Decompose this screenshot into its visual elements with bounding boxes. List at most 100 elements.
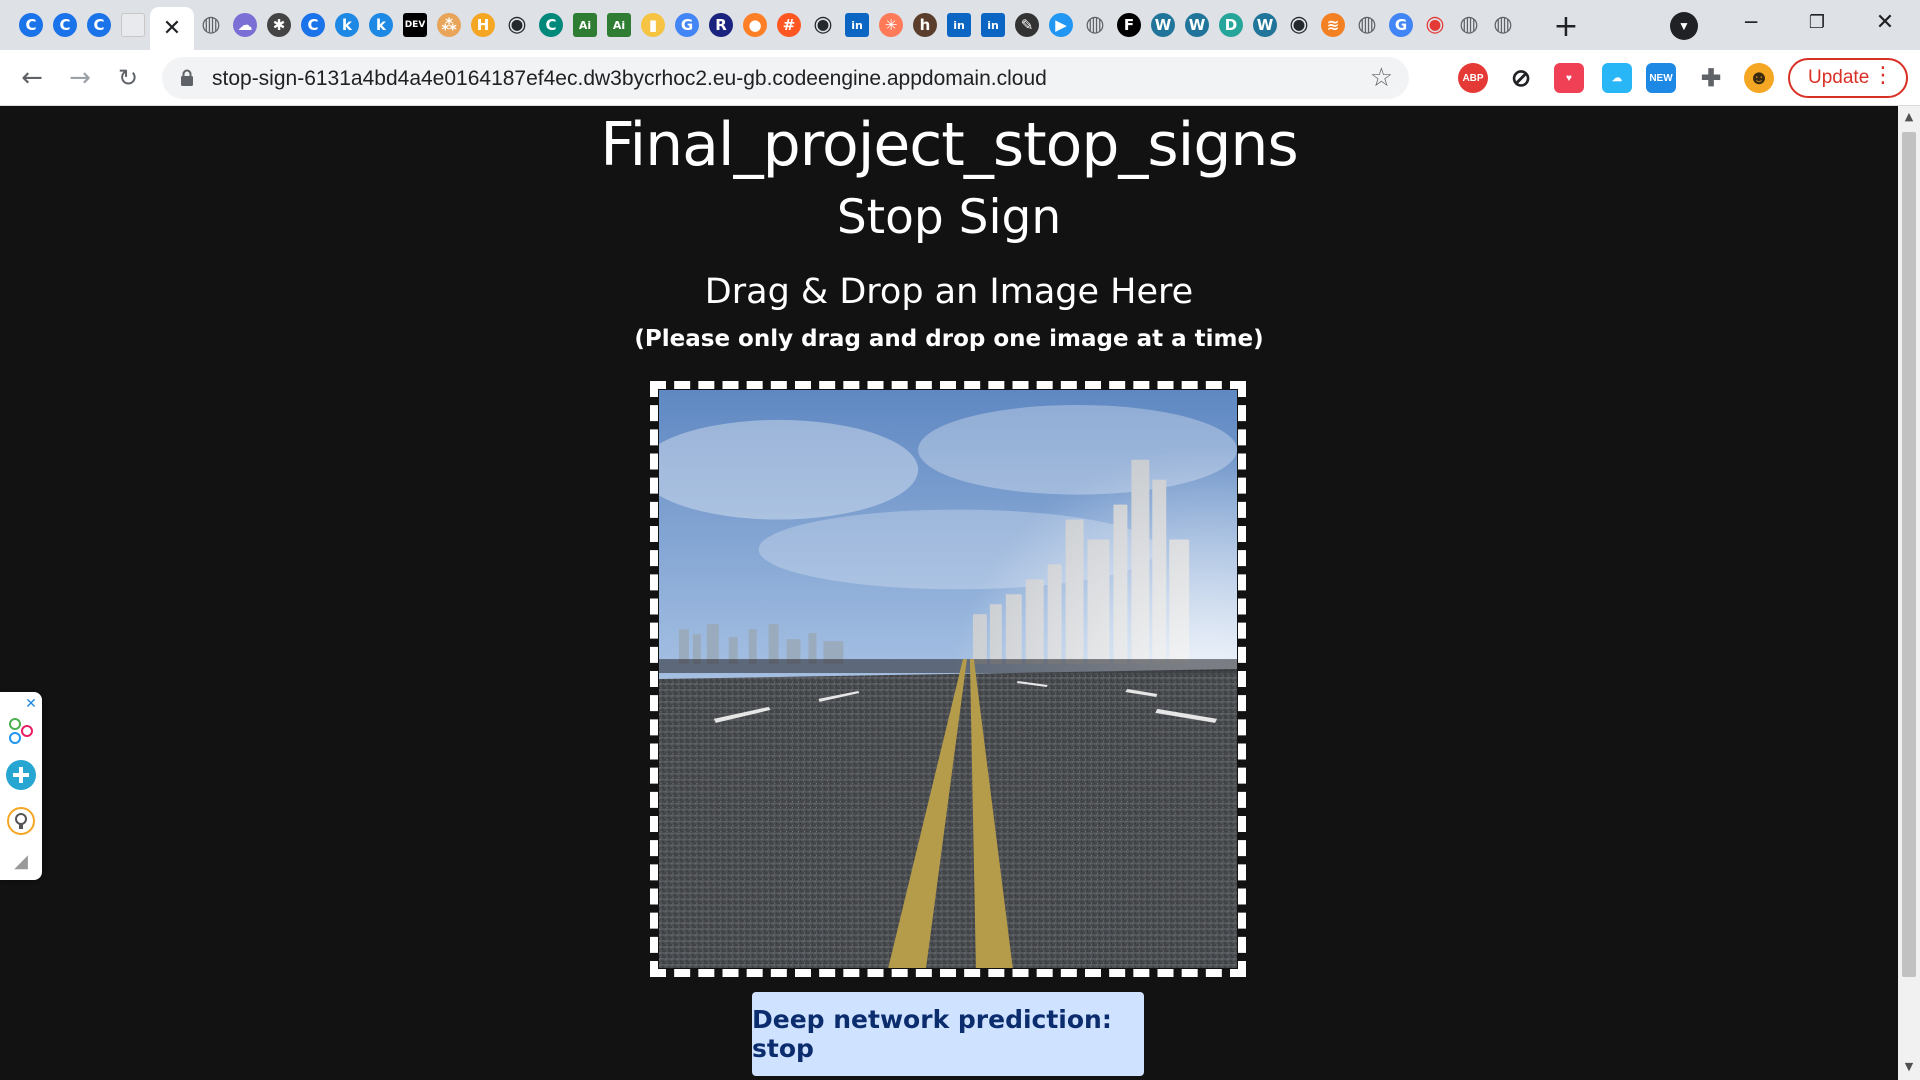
kebab-menu-icon[interactable]: ⋮ [1872, 65, 1894, 87]
address-bar[interactable]: stop-sign-6131a4bd4a4e0164187ef4ec.dw3by… [162, 57, 1409, 99]
github-icon: ◉ [813, 12, 833, 37]
tab-strip: C C C ✕ ◍ ☁ ✱ Ck k DEV ⁂ H ◉ C Ai Ai ▮ G R ● # ◉ in ✳ h in in ✎ ▶ ◍ F W… [0, 0, 1920, 50]
bookmark-star-icon[interactable]: ☆ [1370, 63, 1393, 93]
update-button[interactable]: Update ⋮ [1788, 58, 1908, 98]
tab[interactable]: ▮ [636, 7, 670, 43]
scroll-up-arrow-icon[interactable]: ▲ [1902, 110, 1916, 124]
tab[interactable]: C [534, 7, 568, 43]
add-circle-icon[interactable] [4, 758, 38, 792]
image-drop-zone[interactable] [650, 381, 1246, 977]
new-badge-icon[interactable]: NEW [1646, 63, 1676, 93]
adblock-icon[interactable]: ABP [1458, 63, 1488, 93]
hubspot-icon: ✳ [879, 13, 903, 37]
h-icon: h [913, 13, 937, 37]
scroll-thumb[interactable] [1902, 132, 1916, 977]
tab[interactable]: Ai [602, 7, 636, 43]
share-nodes-icon[interactable] [4, 714, 38, 748]
wordpress-icon: W [1185, 13, 1209, 37]
tab[interactable]: ◍ [1350, 7, 1384, 43]
back-button[interactable]: ← [14, 60, 50, 96]
tab[interactable]: ⁂ [432, 7, 466, 43]
tab[interactable]: G [670, 7, 704, 43]
tab[interactable]: in [976, 7, 1010, 43]
tab[interactable]: ● [738, 7, 772, 43]
tab[interactable]: ≋ [1316, 7, 1350, 43]
linkedin-icon: in [981, 13, 1005, 37]
orange-dot-icon: ● [743, 13, 767, 37]
tab-active[interactable]: ✕ [150, 7, 194, 50]
tab[interactable]: C [296, 7, 330, 43]
cloud-sync-icon[interactable]: ☁ [1602, 63, 1632, 93]
google-c-icon: C [19, 13, 43, 37]
tab[interactable]: ▶ [1044, 7, 1078, 43]
resize-handle-icon[interactable]: ◢ [4, 844, 38, 878]
pocket-icon[interactable]: ♥ [1554, 63, 1584, 93]
tab[interactable]: H [466, 7, 500, 43]
f-icon: F [1117, 13, 1141, 37]
wasp-icon: ✱ [267, 13, 291, 37]
tab[interactable]: Ai [568, 7, 602, 43]
tab[interactable]: ◍ [1078, 7, 1112, 43]
tab[interactable]: ◍ [1452, 7, 1486, 43]
tab[interactable]: G [1384, 7, 1418, 43]
wordpress-icon: W [1151, 13, 1175, 37]
tab[interactable]: DEV [398, 7, 432, 43]
google-c-icon: C [301, 13, 325, 37]
url-text[interactable]: stop-sign-6131a4bd4a4e0164187ef4ec.dw3by… [212, 67, 1047, 91]
forward-button[interactable]: → [62, 60, 98, 96]
browser-toolbar: ← → ↻ stop-sign-6131a4bd4a4e0164187ef4ec… [0, 50, 1920, 106]
restore-button[interactable]: ❐ [1784, 0, 1850, 44]
tab[interactable]: k [364, 7, 398, 43]
tab[interactable]: ◉ [806, 7, 840, 43]
tab[interactable]: k [330, 7, 364, 43]
widget-close-icon[interactable]: ✕ [20, 692, 42, 714]
close-window-button[interactable]: ✕ [1852, 0, 1918, 44]
globe-icon: ◍ [1459, 12, 1479, 37]
stack-icon: ≋ [1321, 13, 1345, 37]
uploaded-road-image [659, 390, 1237, 968]
tab[interactable]: ◉ [500, 7, 534, 43]
pen-icon: ✎ [1015, 13, 1039, 37]
globe-icon: ◍ [1357, 12, 1377, 37]
close-icon[interactable]: ✕ [163, 16, 181, 41]
k-icon: k [335, 13, 359, 37]
puzzle-icon[interactable]: ✚ [1696, 63, 1726, 93]
tab[interactable]: # [772, 7, 806, 43]
reload-button[interactable]: ↻ [110, 60, 146, 96]
tab[interactable] [116, 7, 150, 43]
tab[interactable]: h [908, 7, 942, 43]
tab[interactable]: C [14, 7, 48, 43]
tab[interactable]: F [1112, 7, 1146, 43]
tab-search-button[interactable]: ▼ [1670, 12, 1698, 40]
page-scrollbar[interactable]: ▲ ▼ [1898, 106, 1920, 1080]
no-script-icon[interactable]: ⊘ [1506, 63, 1536, 93]
tab[interactable]: ✳ [874, 7, 908, 43]
update-label: Update [1808, 67, 1870, 88]
google-icon: G [675, 13, 699, 37]
lightbulb-icon[interactable] [4, 804, 38, 838]
tab[interactable]: ◉ [1282, 7, 1316, 43]
tab[interactable]: in [840, 7, 874, 43]
chat-icon: ◉ [1425, 12, 1445, 37]
tab[interactable]: ◉ [1418, 7, 1452, 43]
new-tab-button[interactable]: + [1548, 8, 1584, 44]
profile-avatar-icon[interactable]: ☻ [1744, 63, 1774, 93]
ai-icon: Ai [573, 13, 597, 37]
tab[interactable]: ✎ [1010, 7, 1044, 43]
tab[interactable]: ◍ [194, 7, 228, 43]
tab[interactable]: in [942, 7, 976, 43]
tab[interactable]: W [1180, 7, 1214, 43]
tab[interactable]: C [48, 7, 82, 43]
github-icon: ◉ [507, 12, 527, 37]
tab[interactable]: D [1214, 7, 1248, 43]
tab[interactable]: ◍ [1486, 7, 1520, 43]
minimize-button[interactable]: ─ [1718, 0, 1784, 44]
tab[interactable]: ☁ [228, 7, 262, 43]
scroll-down-arrow-icon[interactable]: ▼ [1902, 1060, 1916, 1074]
tab[interactable]: C [82, 7, 116, 43]
tab[interactable]: W [1146, 7, 1180, 43]
tab[interactable]: ✱ [262, 7, 296, 43]
tab[interactable]: R [704, 7, 738, 43]
tab[interactable]: W [1248, 7, 1282, 43]
linkedin-icon: in [845, 13, 869, 37]
